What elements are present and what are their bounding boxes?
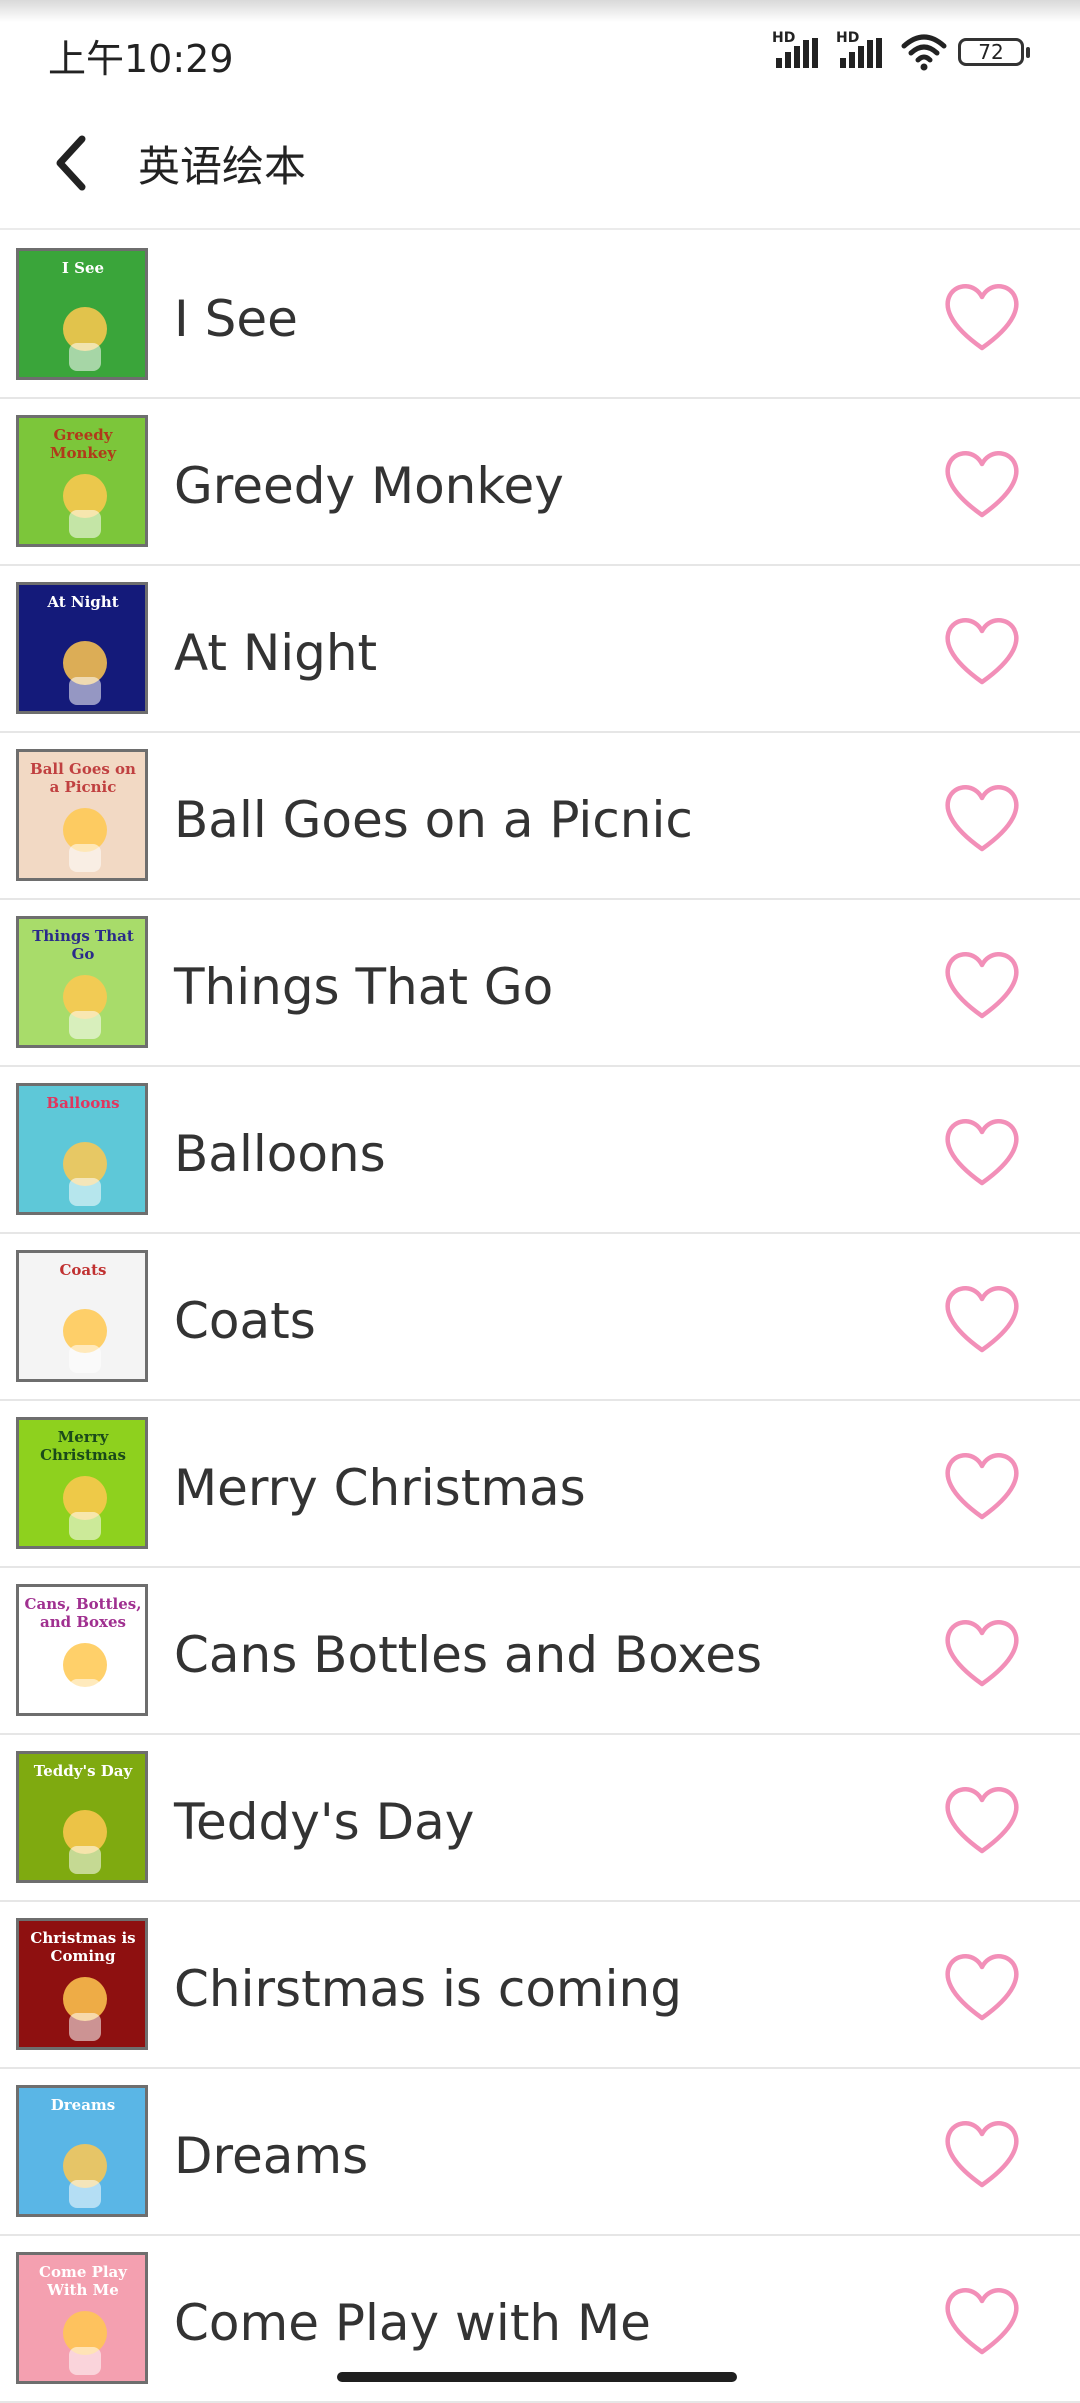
cover-illustration-body [69, 2013, 101, 2041]
book-title: Come Play with Me [174, 2294, 651, 2352]
cover-illustration-body [69, 1345, 101, 1373]
heart-outline-icon[interactable] [940, 781, 1024, 855]
book-cover-image: Greedy Monkey [16, 415, 148, 547]
book-cover-title: Ball Goes on a Picnic [30, 760, 136, 796]
book-title: At Night [174, 624, 378, 682]
heart-outline-icon[interactable] [940, 948, 1024, 1022]
cover-illustration-body [69, 2180, 101, 2208]
heart-outline-icon[interactable] [940, 447, 1024, 521]
cover-illustration-body [69, 510, 101, 538]
cover-illustration-body [69, 844, 101, 872]
list-item[interactable]: I See I See [0, 232, 1080, 399]
book-cover-image: Ball Goes on a Picnic [16, 749, 148, 881]
book-title: Ball Goes on a Picnic [174, 791, 693, 849]
list-item[interactable]: Balloons Balloons [0, 1067, 1080, 1234]
cover-illustration-body [69, 343, 101, 371]
battery-level: 72 [978, 40, 1004, 64]
back-button[interactable] [40, 128, 100, 198]
book-cover-image: Come Play With Me [16, 2252, 148, 2384]
book-title: Cans Bottles and Boxes [174, 1626, 763, 1684]
heart-outline-icon[interactable] [940, 2117, 1024, 2191]
book-title: Coats [174, 1292, 316, 1350]
page-title: 英语绘本 [138, 142, 307, 191]
book-cover-image: Teddy's Day [16, 1751, 148, 1883]
book-cover-title: Merry Christmas [40, 1428, 126, 1464]
list-item[interactable]: Greedy Monkey Greedy Monkey [0, 399, 1080, 566]
cover-illustration-body [69, 2347, 101, 2375]
cover-illustration-body [69, 677, 101, 705]
book-title: Balloons [174, 1125, 386, 1183]
wifi-icon [901, 34, 947, 71]
book-cover-image: Cans, Bottles, and Boxes [16, 1584, 148, 1716]
heart-outline-icon[interactable] [940, 1115, 1024, 1189]
list-item[interactable]: Teddy's Day Teddy's Day [0, 1735, 1080, 1902]
book-cover-title: Greedy Monkey [49, 426, 117, 462]
book-cover-image: Balloons [16, 1083, 148, 1215]
book-cover-title: Cans, Bottles, and Boxes [24, 1595, 142, 1631]
list-item[interactable]: Merry Christmas Merry Christmas [0, 1401, 1080, 1568]
list-item[interactable]: Things That Go Things That Go [0, 900, 1080, 1067]
heart-outline-icon[interactable] [940, 2284, 1024, 2358]
book-cover-image: Merry Christmas [16, 1417, 148, 1549]
book-title: Greedy Monkey [174, 457, 564, 515]
list-item[interactable]: Ball Goes on a Picnic Ball Goes on a Picn… [0, 733, 1080, 900]
book-title: Merry Christmas [174, 1459, 586, 1517]
cellular-signal-2-icon: HD [836, 30, 890, 74]
app-header: 英语绘本 [0, 100, 1080, 230]
status-bar: 上午10:29 HD HD 72 [0, 0, 1080, 100]
book-cover-title: Christmas is Coming [30, 1929, 136, 1965]
cover-illustration-body [69, 1846, 101, 1874]
cover-illustration-body [69, 1679, 101, 1707]
book-title: Dreams [174, 2127, 369, 2185]
book-cover-title: Dreams [50, 2096, 116, 2114]
book-title: Chirstmas is coming [174, 1960, 682, 2018]
cover-illustration-body [69, 1512, 101, 1540]
book-cover-image: Dreams [16, 2085, 148, 2217]
list-item[interactable]: At Night At Night [0, 566, 1080, 733]
list-item[interactable]: Dreams Dreams [0, 2069, 1080, 2236]
book-cover-title: Balloons [46, 1094, 120, 1112]
book-cover-title: Come Play With Me [39, 2263, 127, 2299]
list-item[interactable]: Cans, Bottles, and Boxes Cans Bottles and… [0, 1568, 1080, 1735]
cover-illustration-body [69, 1011, 101, 1039]
book-title: Teddy's Day [174, 1793, 475, 1851]
heart-outline-icon[interactable] [940, 1783, 1024, 1857]
book-cover-title: Teddy's Day [33, 1762, 133, 1780]
book-cover-image: Christmas is Coming [16, 1918, 148, 2050]
battery-icon: 72 [958, 38, 1030, 66]
chevron-left-icon [56, 135, 86, 191]
heart-outline-icon[interactable] [940, 1449, 1024, 1523]
book-cover-image: Coats [16, 1250, 148, 1382]
book-title: Things That Go [174, 958, 554, 1016]
home-indicator[interactable] [337, 2372, 737, 2382]
list-item[interactable]: Coats Coats [0, 1234, 1080, 1401]
book-cover-image: At Night [16, 582, 148, 714]
book-cover-image: I See [16, 248, 148, 380]
book-list: I See I See Greedy Monkey Greedy Monkey At N… [0, 232, 1080, 2403]
cellular-signal-icon: HD [772, 30, 826, 74]
status-time: 上午10:29 [48, 37, 234, 81]
status-icons: HD HD 72 [772, 30, 1030, 74]
book-cover-title: Things That Go [32, 927, 134, 963]
book-cover-image: Things That Go [16, 916, 148, 1048]
heart-outline-icon[interactable] [940, 614, 1024, 688]
heart-outline-icon[interactable] [940, 1616, 1024, 1690]
heart-outline-icon[interactable] [940, 1282, 1024, 1356]
heart-outline-icon[interactable] [940, 1950, 1024, 2024]
book-cover-title: Coats [59, 1261, 107, 1279]
book-title: I See [174, 290, 298, 348]
heart-outline-icon[interactable] [940, 280, 1024, 354]
cover-illustration-body [69, 1178, 101, 1206]
list-item[interactable]: Christmas is Coming Chirstmas is coming [0, 1902, 1080, 2069]
book-cover-title: At Night [47, 593, 119, 611]
book-cover-title: I See [61, 259, 105, 277]
